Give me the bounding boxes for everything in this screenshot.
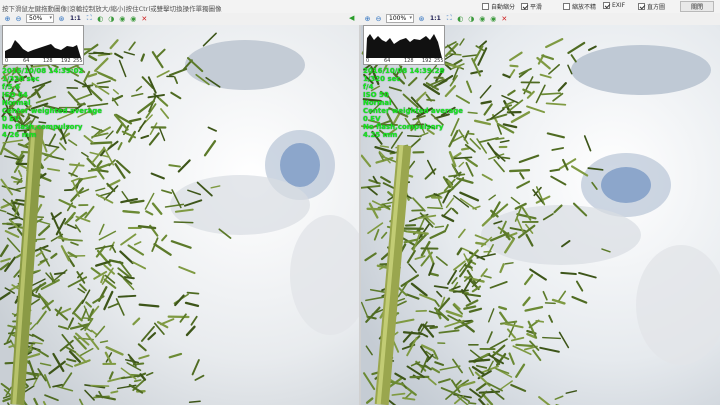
option-scale-precision[interactable]: 縮放不精	[563, 2, 596, 11]
histogram-axis: 0 64 128 192 255	[5, 58, 83, 64]
exif-shutter: 1/320 sec	[363, 75, 401, 83]
exif-flash: No flash,compulsory	[363, 123, 444, 131]
exif-datetime: 2016/10/08 14:39:28	[363, 67, 445, 75]
leaf	[509, 64, 519, 68]
histogram: 0 64 128 192 255	[2, 25, 84, 65]
left-toolbar: ⊕ ⊖ 50% ▾ ⊛ 1:1 ⛶ ◐ ◑ ◉ ◉ ✕	[2, 13, 150, 24]
leaf	[549, 168, 561, 173]
exif-info: 2016/10/08 14:39:02 1/320 sec f/5.6 ISO …	[2, 67, 102, 139]
leaf	[544, 302, 556, 305]
leaf	[123, 276, 135, 280]
histogram-axis: 0 64 128 192 255	[366, 58, 444, 64]
zoom-out-icon[interactable]: ⊖	[373, 13, 384, 24]
exif-mode: Normal	[363, 99, 392, 107]
histogram: 0 64 128 192 255	[363, 25, 445, 65]
next-icon[interactable]: ◉	[128, 13, 139, 24]
option-auto-scale[interactable]: 自動縮分	[482, 2, 515, 11]
close-button[interactable]: 關閉	[680, 1, 714, 12]
leaf	[429, 325, 439, 330]
next-icon[interactable]: ◉	[488, 13, 499, 24]
leaf	[90, 384, 110, 387]
rotate-right-icon[interactable]: ◑	[466, 13, 477, 24]
zoom-select[interactable]: 50% ▾	[26, 14, 54, 23]
leaf	[453, 156, 473, 160]
right-toolbar: ⊕ ⊖ 100% ▾ ⊛ 1:1 ⛶ ◐ ◑ ◉ ◉ ✕	[362, 13, 510, 24]
leaf	[460, 147, 470, 151]
checkbox-icon[interactable]	[638, 3, 645, 10]
one-to-one-button[interactable]: 1:1	[70, 15, 81, 22]
sync-arrow-icon[interactable]: ◀	[349, 14, 354, 22]
leaf	[69, 163, 85, 167]
leaf	[133, 379, 142, 383]
leaf	[466, 132, 475, 136]
exif-ev: 0 EV	[363, 115, 381, 123]
option-exif[interactable]: EXIF	[603, 2, 625, 9]
checkbox-icon[interactable]	[521, 3, 528, 10]
right-image-pane[interactable]: 0 64 128 192 255 2016/10/08 14:39:28 1/3…	[361, 25, 720, 405]
exif-datetime: 2016/10/08 14:39:02	[2, 67, 84, 75]
leaf	[467, 111, 478, 114]
leaf	[90, 141, 113, 145]
chevron-down-icon: ▾	[409, 15, 412, 21]
leaf	[560, 271, 577, 276]
leaf	[173, 221, 194, 224]
fit-window-icon[interactable]: ⛶	[444, 13, 455, 24]
leaf	[117, 294, 137, 298]
leaf	[540, 92, 562, 96]
zoom-in-icon[interactable]: ⊕	[362, 13, 373, 24]
prev-icon[interactable]: ◉	[117, 13, 128, 24]
exif-info: 2016/10/08 14:39:28 1/320 sec f/4 ISO 50…	[363, 67, 463, 139]
usage-hint: 按下滑鼠左鍵拖動圖像|滾輪控制放大/縮小|按住Ctrl或雙擊切換操作單獨圖像	[2, 5, 222, 13]
leaf	[475, 241, 487, 246]
zoom-select[interactable]: 100% ▾	[386, 14, 414, 23]
exif-aperture: f/4	[363, 83, 374, 91]
title-bar: 按下滑鼠左鍵拖動圖像|滾輪控制放大/縮小|按住Ctrl或雙擊切換操作單獨圖像 自…	[0, 0, 720, 13]
delete-icon[interactable]: ✕	[139, 13, 150, 24]
exif-mode: Normal	[2, 99, 31, 107]
chevron-down-icon: ▾	[49, 15, 52, 21]
leaf	[110, 390, 119, 394]
prev-icon[interactable]: ◉	[477, 13, 488, 24]
exif-iso: ISO 50	[363, 91, 389, 99]
leaf	[467, 402, 477, 405]
delete-icon[interactable]: ✕	[499, 13, 510, 24]
one-to-one-button[interactable]: 1:1	[430, 15, 441, 22]
fit-icon[interactable]: ⊛	[56, 13, 67, 24]
exif-ev: 0 EV	[2, 115, 20, 123]
option-histogram[interactable]: 直方圖	[638, 2, 665, 11]
exif-metering: Center weighted average	[363, 107, 463, 115]
exif-iso: ISO 64	[2, 91, 28, 99]
leaf	[188, 400, 201, 404]
exif-metering: Center weighted average	[2, 107, 102, 115]
leaf	[509, 168, 531, 173]
leaf	[495, 137, 505, 141]
exif-shutter: 1/320 sec	[2, 75, 40, 83]
exif-flash: No flash,compulsory	[2, 123, 83, 131]
leaf	[366, 207, 382, 211]
rotate-left-icon[interactable]: ◐	[95, 13, 106, 24]
leaf	[434, 225, 445, 229]
left-image-pane[interactable]: 0 64 128 192 255 2016/10/08 14:39:02 1/3…	[0, 25, 359, 405]
fit-icon[interactable]: ⊛	[416, 13, 427, 24]
leaf	[535, 319, 545, 323]
rotate-left-icon[interactable]: ◐	[455, 13, 466, 24]
checkbox-icon[interactable]	[482, 3, 489, 10]
exif-focal: 4.26 mm	[2, 131, 37, 139]
zoom-out-icon[interactable]: ⊖	[13, 13, 24, 24]
rotate-right-icon[interactable]: ◑	[106, 13, 117, 24]
leaf	[122, 210, 140, 214]
leaf	[81, 317, 94, 320]
zoom-in-icon[interactable]: ⊕	[2, 13, 13, 24]
leaf	[186, 291, 200, 295]
checkbox-icon[interactable]	[603, 2, 610, 9]
leaf	[53, 271, 66, 276]
exif-aperture: f/5.6	[2, 83, 21, 91]
option-smooth[interactable]: 平滑	[521, 2, 542, 11]
exif-focal: 4.25 mm	[363, 131, 398, 139]
fit-window-icon[interactable]: ⛶	[84, 13, 95, 24]
leaf	[427, 206, 444, 210]
checkbox-icon[interactable]	[563, 3, 570, 10]
leaf	[515, 343, 534, 348]
leaf	[542, 336, 562, 340]
